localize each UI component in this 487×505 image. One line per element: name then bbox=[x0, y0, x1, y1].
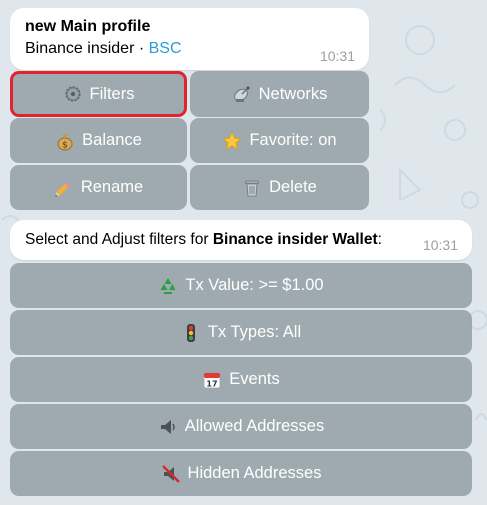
networks-label: Networks bbox=[258, 84, 328, 103]
filters-message: Select and Adjust filters for Binance in… bbox=[10, 220, 472, 260]
events-label: Events bbox=[229, 370, 280, 388]
muted-speaker-icon bbox=[161, 464, 181, 484]
star-icon bbox=[222, 131, 243, 151]
satellite-icon bbox=[232, 84, 252, 104]
filters-message-prefix: Select and Adjust filters for bbox=[25, 231, 213, 248]
svg-text:$: $ bbox=[62, 140, 68, 150]
money-bag-icon: $ bbox=[55, 131, 75, 151]
wallet-name: Binance insider Wallet bbox=[212, 231, 378, 248]
filters-message-suffix: : bbox=[377, 231, 382, 248]
profile-subtitle: Binance insider · BSC bbox=[25, 40, 182, 58]
events-button[interactable]: 17 Events bbox=[10, 357, 472, 402]
favorite-label: Favorite: on bbox=[249, 131, 337, 149]
favorite-button[interactable]: Favorite: on bbox=[190, 118, 369, 163]
message-time: 10:31 bbox=[422, 237, 458, 253]
balance-button[interactable]: $ Balance bbox=[10, 118, 187, 163]
pencil-icon bbox=[54, 178, 74, 198]
gear-icon bbox=[63, 84, 83, 104]
network-link[interactable]: BSC bbox=[149, 40, 182, 57]
profile-name: Binance insider · bbox=[25, 40, 149, 57]
allowed-addresses-label: Allowed Addresses bbox=[184, 417, 325, 435]
hidden-addresses-button[interactable]: Hidden Addresses bbox=[10, 451, 472, 496]
filters-button[interactable]: Filters bbox=[10, 71, 187, 117]
profile-message: new Main profile Binance insider · BSC 1… bbox=[10, 8, 369, 70]
profile-title: new Main profile bbox=[25, 18, 151, 35]
filters-label: Filters bbox=[89, 84, 135, 103]
balance-label: Balance bbox=[82, 131, 142, 149]
calendar-icon: 17 bbox=[202, 370, 222, 390]
traffic-light-icon bbox=[181, 323, 201, 343]
rename-label: Rename bbox=[80, 178, 144, 196]
delete-label: Delete bbox=[269, 178, 317, 196]
tx-value-button[interactable]: Tx Value: >= $1.00 bbox=[10, 263, 472, 308]
allowed-addresses-button[interactable]: Allowed Addresses bbox=[10, 404, 472, 449]
recycle-icon bbox=[158, 276, 178, 296]
trash-icon bbox=[242, 178, 262, 198]
tx-value-label: Tx Value: >= $1.00 bbox=[185, 276, 324, 294]
message-time: 10:31 bbox=[319, 48, 355, 64]
tx-types-label: Tx Types: All bbox=[207, 323, 302, 341]
tx-types-button[interactable]: Tx Types: All bbox=[10, 310, 472, 355]
speaker-icon bbox=[158, 417, 178, 437]
delete-button[interactable]: Delete bbox=[190, 165, 369, 210]
rename-button[interactable]: Rename bbox=[10, 165, 187, 210]
hidden-addresses-label: Hidden Addresses bbox=[187, 464, 322, 482]
svg-text:17: 17 bbox=[207, 379, 218, 388]
networks-button[interactable]: Networks bbox=[190, 71, 369, 117]
filters-message-text: Select and Adjust filters for Binance in… bbox=[25, 231, 382, 249]
